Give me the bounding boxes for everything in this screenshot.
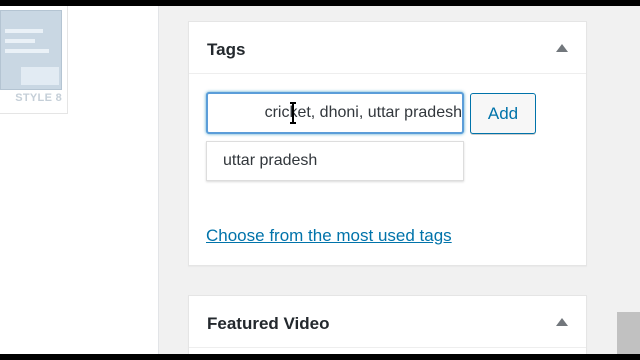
tags-metabox: Tags cricket, dhoni, uttar pradesh Add u…: [188, 21, 587, 266]
tag-suggestion-item[interactable]: uttar pradesh: [223, 152, 317, 170]
add-tag-button[interactable]: Add: [470, 93, 536, 134]
featured-video-metabox-header[interactable]: Featured Video: [189, 296, 586, 348]
collapse-arrow-icon[interactable]: [556, 44, 568, 52]
most-used-tags-link[interactable]: Choose from the most used tags: [206, 226, 452, 246]
tag-suggestions-dropdown: uttar pradesh: [206, 141, 464, 181]
scrollbar-thumb[interactable]: [617, 312, 640, 354]
ibeam-cursor-icon: [290, 102, 296, 124]
tags-metabox-header[interactable]: Tags: [189, 22, 586, 74]
collapse-arrow-icon[interactable]: [556, 318, 568, 326]
scrollbar-track[interactable]: [617, 6, 640, 354]
style-thumbnail-label: STYLE 8: [15, 92, 62, 104]
style-thumbnail-card[interactable]: STYLE 8: [0, 6, 68, 114]
letterbox-bottom: [0, 354, 640, 360]
featured-video-metabox: Featured Video: [188, 295, 587, 357]
sidebar-column: Tags cricket, dhoni, uttar pradesh Add u…: [158, 6, 640, 357]
style-thumbnail-image: [0, 10, 62, 90]
featured-video-metabox-title: Featured Video: [207, 314, 330, 333]
content-area: STYLE 8: [0, 6, 158, 354]
tags-metabox-title: Tags: [207, 40, 246, 59]
tag-input[interactable]: cricket, dhoni, uttar pradesh: [206, 92, 464, 134]
